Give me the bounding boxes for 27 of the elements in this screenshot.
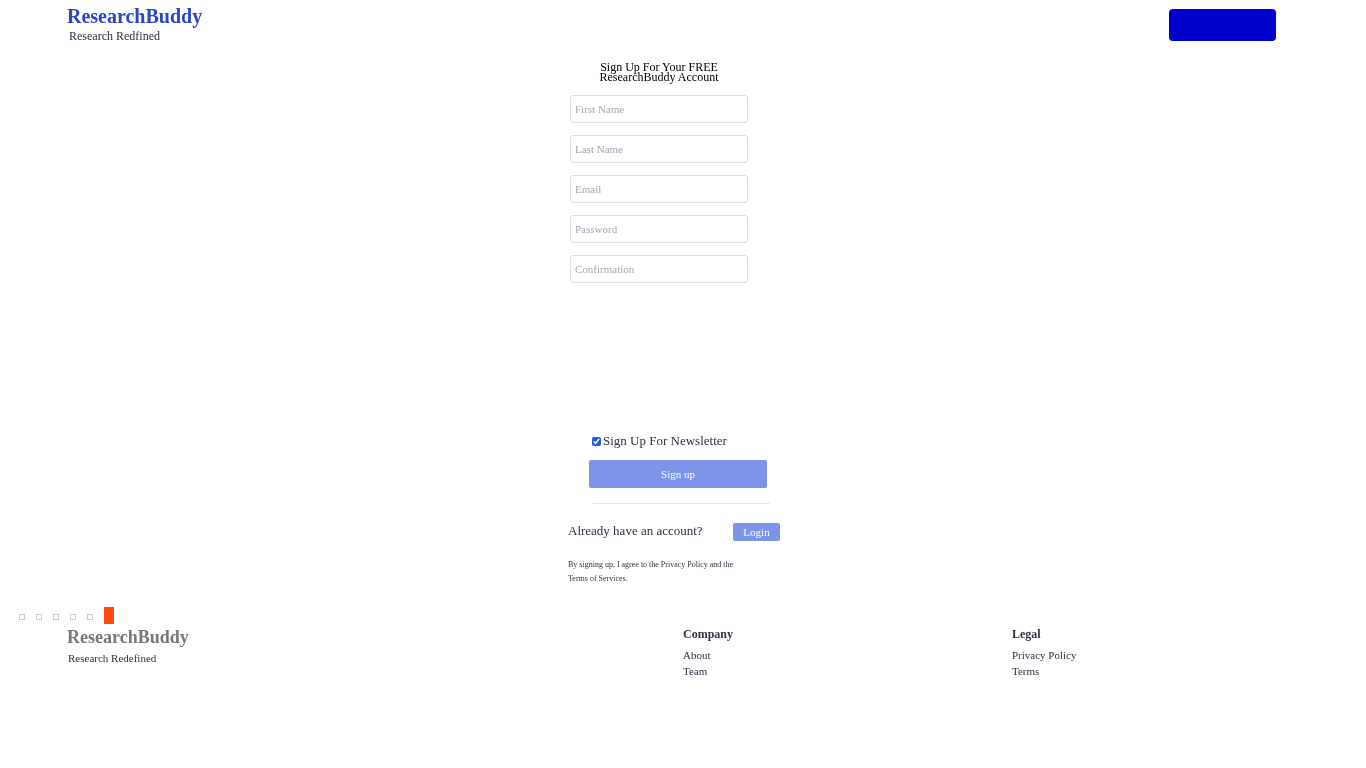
input-field[interactable]: Last Name — [570, 135, 748, 163]
tagline: Research Redfined — [68, 28, 160, 44]
newsletter-label: Sign Up For Newsletter — [603, 433, 727, 449]
footer-link[interactable]: Terms — [1012, 663, 1040, 679]
footer-heading: Company — [683, 626, 733, 642]
footer-tagline: Research Redefined — [68, 651, 157, 665]
active-page-indicator[interactable] — [104, 607, 114, 624]
input-field[interactable]: Confirmation — [570, 255, 748, 283]
page-indicator[interactable] — [19, 613, 25, 620]
logo[interactable]: ResearchBuddy — [67, 5, 203, 27]
input-field[interactable]: Email — [570, 175, 748, 203]
input-field[interactable]: First Name — [570, 95, 748, 123]
footer-link[interactable]: Privacy Policy — [1012, 647, 1077, 663]
input-field[interactable]: Password — [570, 215, 748, 243]
newsletter-checkbox[interactable] — [592, 436, 601, 446]
footer-link[interactable]: Team — [683, 663, 708, 679]
form-title: Sign Up For Your FREE ResearchBuddy Account — [598, 62, 720, 82]
footer-logo: ResearchBuddy — [67, 626, 189, 648]
login-prompt: Already have an account? — [568, 522, 703, 541]
footer-heading: Legal — [1012, 626, 1041, 642]
page-indicator[interactable] — [70, 613, 76, 620]
terms-text: By signing up, I agree to the Privacy Policy and the Terms of Services. — [568, 559, 735, 585]
header-button[interactable] — [1169, 9, 1276, 41]
page-indicator[interactable] — [87, 613, 93, 620]
page-indicator[interactable] — [53, 613, 59, 620]
page-indicator[interactable] — [36, 613, 42, 620]
footer-link[interactable]: About — [683, 647, 711, 663]
